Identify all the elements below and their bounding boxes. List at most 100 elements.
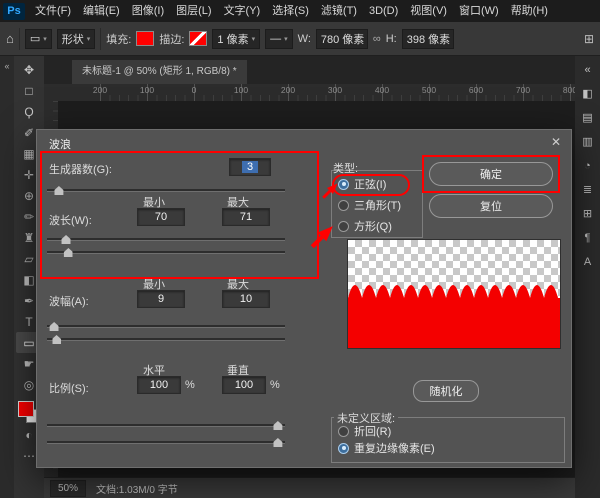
stroke-style-icon: — — [270, 33, 281, 45]
options-bar: ⌂ ▭ ▾ 形状 ▾ 填充: 描边: 1 像素 ▾ — ▾ W: 780 像素 … — [0, 22, 600, 56]
slider-thumb[interactable] — [52, 335, 61, 344]
width-input[interactable]: 780 像素 — [316, 29, 368, 49]
amplitude-min-slider[interactable] — [47, 320, 285, 332]
scale-vertical-slider[interactable] — [47, 436, 285, 448]
tool-preset-dropdown[interactable]: ▭ ▾ — [25, 29, 52, 49]
amplitude-max-input[interactable]: 10 — [222, 290, 270, 308]
percent-label: % — [185, 379, 195, 391]
ruler-tick-label: 600 — [469, 85, 483, 95]
menu-item[interactable]: 图层(L) — [170, 0, 217, 22]
chevron-down-icon: ▾ — [87, 35, 91, 43]
wavelength-max-slider[interactable] — [47, 246, 285, 258]
slider-thumb[interactable] — [273, 421, 282, 430]
marquee-tool[interactable]: □ — [16, 80, 42, 101]
character-panel-icon[interactable]: A — [579, 254, 597, 269]
slider-thumb[interactable] — [54, 186, 63, 195]
wavelength-max-input[interactable]: 71 — [222, 208, 270, 226]
ok-button[interactable]: 确定 — [429, 162, 553, 186]
scale-horizontal-input[interactable]: 100 — [137, 376, 181, 394]
menu-item[interactable]: 滤镜(T) — [315, 0, 363, 22]
height-value: 398 像素 — [407, 31, 450, 47]
lasso-tool[interactable]: Ϙ — [16, 101, 42, 122]
color-panel-icon[interactable]: ◧ — [579, 86, 597, 101]
ruler-tick-label: 700 — [516, 85, 530, 95]
generators-slider[interactable] — [47, 184, 285, 196]
workspace-switcher-icon[interactable]: ⊞ — [584, 32, 594, 46]
tool-mode-select[interactable]: 形状 ▾ — [57, 29, 96, 49]
menu-item[interactable]: 编辑(E) — [77, 0, 126, 22]
amplitude-max-slider[interactable] — [47, 333, 285, 345]
height-input[interactable]: 398 像素 — [402, 29, 454, 49]
amplitude-label: 波幅(A): — [49, 293, 89, 309]
generators-input[interactable]: 3 — [229, 158, 271, 176]
slider-track — [47, 441, 285, 444]
menu-item[interactable]: 窗口(W) — [453, 0, 505, 22]
stroke-color-swatch[interactable] — [189, 31, 207, 46]
move-tool[interactable]: ✥ — [16, 59, 42, 80]
adjustments-panel-icon[interactable]: ◔ — [579, 158, 597, 173]
menu-item[interactable]: 帮助(H) — [505, 0, 554, 22]
collapse-panels-icon[interactable]: « — [579, 62, 597, 77]
fill-color-swatch[interactable] — [136, 31, 154, 46]
wavelength-label: 波长(W): — [49, 212, 92, 228]
tool-preset-icon: ▭ — [30, 32, 40, 45]
left-dock-strip: « — [0, 56, 14, 498]
scale-horizontal-slider[interactable] — [47, 419, 285, 431]
status-bar: 50% 文档:1.03M/0 字节 — [44, 477, 575, 498]
dialog-title: 波浪 — [49, 136, 71, 152]
close-icon[interactable]: ✕ — [551, 135, 561, 149]
ruler-tick-label: 100 — [234, 85, 248, 95]
slider-thumb[interactable] — [62, 235, 71, 244]
width-value: 780 像素 — [321, 31, 364, 47]
libraries-panel-icon[interactable]: ▥ — [579, 134, 597, 149]
slider-thumb[interactable] — [64, 248, 73, 257]
document-tab[interactable]: 未标题-1 @ 50% (矩形 1, RGB/8) * — [72, 60, 247, 84]
radio-repeat-edge-pixels[interactable]: 重复边缘像素(E) — [338, 441, 435, 455]
ruler-tick-label: 300 — [328, 85, 342, 95]
zoom-level-field[interactable]: 50% — [50, 480, 86, 497]
link-dimensions-icon[interactable]: ∞ — [373, 33, 381, 45]
paragraph-panel-icon[interactable]: ¶ — [579, 230, 597, 245]
wavelength-min-slider[interactable] — [47, 233, 285, 245]
ruler-corner — [44, 84, 58, 102]
menu-item[interactable]: 视图(V) — [404, 0, 453, 22]
channels-panel-icon[interactable]: ⊞ — [579, 206, 597, 221]
radio-square[interactable]: 方形(Q) — [338, 219, 401, 233]
foreground-color-swatch[interactable] — [18, 401, 34, 417]
swatches-panel-icon[interactable]: ▤ — [579, 110, 597, 125]
type-options: 正弦(I) 三角形(T) 方形(Q) — [338, 177, 401, 233]
slider-track — [47, 189, 285, 192]
menu-item[interactable]: 图像(I) — [126, 0, 170, 22]
wave-preview-graphic — [348, 240, 560, 348]
right-panel-dock: « ◧ ▤ ▥ ◔ ≣ ⊞ ¶ A — [575, 56, 600, 498]
radio-sine[interactable]: 正弦(I) — [338, 177, 401, 191]
menu-item[interactable]: 文件(F) — [29, 0, 77, 22]
wave-preview — [347, 239, 561, 349]
scale-vertical-input[interactable]: 100 — [222, 376, 266, 394]
home-icon[interactable]: ⌂ — [6, 31, 14, 46]
stroke-style-select[interactable]: — ▾ — [265, 29, 293, 49]
randomize-button[interactable]: 随机化 — [413, 380, 479, 402]
amplitude-min-input[interactable]: 9 — [137, 290, 185, 308]
slider-thumb[interactable] — [273, 438, 282, 447]
undefined-area-label: 未定义区域: — [334, 410, 398, 426]
stroke-width-input[interactable]: 1 像素 ▾ — [212, 29, 260, 49]
radio-label: 正弦(I) — [354, 176, 386, 192]
chevron-down-icon: ▾ — [284, 35, 288, 43]
wavelength-min-input[interactable]: 70 — [137, 208, 185, 226]
layers-panel-icon[interactable]: ≣ — [579, 182, 597, 197]
width-label: W: — [298, 33, 311, 45]
radio-triangle[interactable]: 三角形(T) — [338, 198, 401, 212]
menu-item[interactable]: 选择(S) — [266, 0, 315, 22]
menu-item[interactable]: 3D(D) — [363, 0, 404, 22]
radio-wrap-around[interactable]: 折回(R) — [338, 424, 435, 438]
document-info: 文档:1.03M/0 字节 — [96, 481, 178, 496]
type-label: 类型: — [333, 160, 358, 176]
menu-item[interactable]: 文字(Y) — [218, 0, 267, 22]
radio-dot-icon — [338, 221, 349, 232]
slider-track — [47, 251, 285, 254]
reset-button[interactable]: 复位 — [429, 194, 553, 218]
collapse-dock-icon[interactable]: « — [4, 61, 9, 71]
slider-thumb[interactable] — [50, 322, 59, 331]
ruler-h: 2001000100200300400500600700800 — [44, 84, 575, 102]
